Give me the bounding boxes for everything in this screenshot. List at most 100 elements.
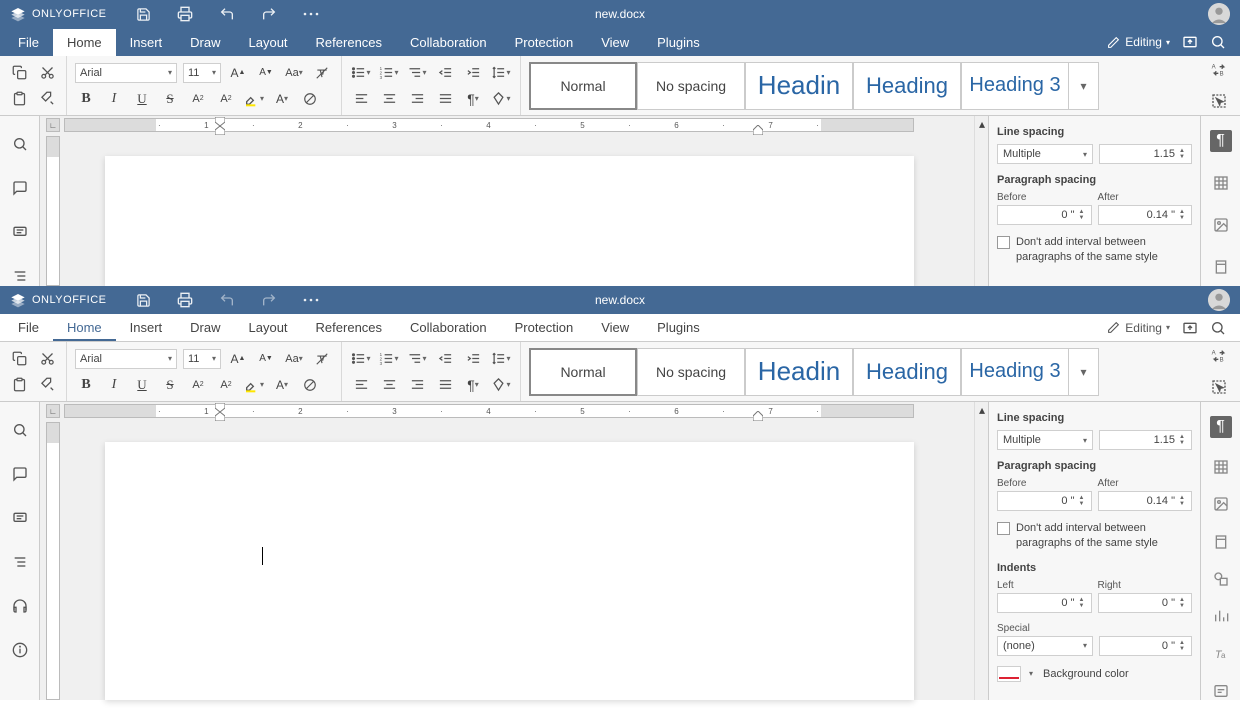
replace-icon[interactable]: AB: [1208, 60, 1230, 80]
tab-plugins[interactable]: Plugins: [643, 29, 714, 56]
font-name-input[interactable]: Arial▾: [75, 63, 177, 83]
italic-icon[interactable]: I: [103, 89, 125, 109]
line-spacing-mode[interactable]: Multiple▾: [997, 430, 1093, 450]
tab-collaboration[interactable]: Collaboration: [396, 314, 501, 341]
horizontal-ruler[interactable]: ·1·2·3·4·5·6·7·: [64, 404, 914, 418]
copy-icon[interactable]: [8, 63, 30, 83]
style-heading3[interactable]: Heading 3: [961, 62, 1069, 110]
align-justify-icon[interactable]: [434, 89, 456, 109]
user-avatar[interactable]: [1208, 3, 1230, 25]
select-all-icon[interactable]: [1208, 91, 1230, 111]
superscript-icon[interactable]: A2: [187, 89, 209, 109]
paragraph-settings-icon[interactable]: ¶: [1210, 416, 1232, 438]
italic-icon[interactable]: I: [103, 375, 125, 395]
open-location-icon[interactable]: [1182, 320, 1198, 336]
tab-file[interactable]: File: [4, 29, 53, 56]
comments-icon[interactable]: [9, 464, 31, 484]
image-settings-icon[interactable]: [1210, 214, 1232, 236]
indent-marker-left[interactable]: [215, 403, 225, 421]
underline-icon[interactable]: U: [131, 375, 153, 395]
bold-icon[interactable]: B: [75, 89, 97, 109]
dont-add-interval-checkbox[interactable]: [997, 522, 1010, 535]
subscript-icon[interactable]: A2: [215, 89, 237, 109]
vertical-scrollbar[interactable]: ▴: [974, 116, 988, 286]
tab-layout[interactable]: Layout: [235, 314, 302, 341]
tab-references[interactable]: References: [302, 29, 396, 56]
document-page[interactable]: [105, 442, 914, 700]
shape-settings-icon[interactable]: [1210, 570, 1232, 587]
tab-protection[interactable]: Protection: [501, 29, 588, 56]
undo-icon[interactable]: [218, 5, 236, 23]
tab-home[interactable]: Home: [53, 314, 116, 341]
user-avatar[interactable]: [1208, 289, 1230, 311]
tab-plugins[interactable]: Plugins: [643, 314, 714, 341]
textart-settings-icon[interactable]: Ta: [1210, 645, 1232, 662]
tab-file[interactable]: File: [4, 314, 53, 341]
select-all-icon[interactable]: [1208, 377, 1230, 397]
tab-layout[interactable]: Layout: [235, 29, 302, 56]
about-icon[interactable]: [9, 640, 31, 660]
align-center-icon[interactable]: [378, 89, 400, 109]
decrease-font-icon[interactable]: A▼: [255, 349, 277, 369]
indent-marker-left[interactable]: [215, 117, 225, 135]
feedback-icon[interactable]: [9, 596, 31, 616]
redo-icon[interactable]: [260, 291, 278, 309]
chat-icon[interactable]: [9, 222, 31, 242]
multilevel-icon[interactable]: ▾: [406, 349, 428, 369]
editing-mode-button[interactable]: Editing ▾: [1105, 34, 1170, 50]
increase-font-icon[interactable]: A▲: [227, 63, 249, 83]
special-combo[interactable]: (none)▾: [997, 636, 1093, 656]
font-name-input[interactable]: Arial▾: [75, 349, 177, 369]
search-icon[interactable]: [1210, 320, 1226, 336]
strikethrough-icon[interactable]: S: [159, 375, 181, 395]
numbering-icon[interactable]: 123▾: [378, 349, 400, 369]
highlight-color-icon[interactable]: ▾: [243, 89, 265, 109]
copy-icon[interactable]: [8, 349, 30, 369]
shading-icon[interactable]: ▾: [490, 375, 512, 395]
tab-draw[interactable]: Draw: [176, 29, 234, 56]
cut-icon[interactable]: [36, 349, 58, 369]
line-spacing-icon[interactable]: ▾: [490, 63, 512, 83]
more-icon[interactable]: [302, 291, 320, 309]
table-settings-icon[interactable]: [1210, 172, 1232, 194]
style-heading3[interactable]: Heading 3: [961, 348, 1069, 396]
indent-left[interactable]: 0 "▲▼: [997, 593, 1092, 613]
multilevel-icon[interactable]: ▾: [406, 63, 428, 83]
line-spacing-icon[interactable]: ▾: [490, 349, 512, 369]
form-settings-icon[interactable]: [1210, 683, 1232, 700]
open-location-icon[interactable]: [1182, 34, 1198, 50]
format-painter-icon[interactable]: [36, 89, 58, 109]
paste-icon[interactable]: [8, 89, 30, 109]
format-painter-icon[interactable]: [36, 375, 58, 395]
more-icon[interactable]: [302, 5, 320, 23]
header-settings-icon[interactable]: [1210, 533, 1232, 550]
decrease-indent-icon[interactable]: [434, 349, 456, 369]
numbering-icon[interactable]: 123▾: [378, 63, 400, 83]
align-right-icon[interactable]: [406, 89, 428, 109]
vertical-ruler[interactable]: [46, 422, 60, 700]
indent-marker-right[interactable]: [753, 125, 763, 135]
style-heading2[interactable]: Heading: [853, 348, 961, 396]
shading-icon[interactable]: ▾: [490, 89, 512, 109]
nonprinting-icon[interactable]: ¶▾: [462, 89, 484, 109]
underline-icon[interactable]: U: [131, 89, 153, 109]
headings-icon[interactable]: [9, 552, 31, 572]
indent-right[interactable]: 0 "▲▼: [1098, 593, 1193, 613]
bullets-icon[interactable]: ▾: [350, 349, 372, 369]
replace-icon[interactable]: AB: [1208, 346, 1230, 366]
increase-font-icon[interactable]: A▲: [227, 349, 249, 369]
font-size-input[interactable]: 11▾: [183, 349, 221, 369]
save-icon[interactable]: [134, 5, 152, 23]
bold-icon[interactable]: B: [75, 375, 97, 395]
cut-icon[interactable]: [36, 63, 58, 83]
tab-protection[interactable]: Protection: [501, 314, 588, 341]
style-normal[interactable]: Normal: [529, 62, 637, 110]
editing-mode-button[interactable]: Editing ▾: [1105, 320, 1170, 336]
header-settings-icon[interactable]: [1210, 256, 1232, 278]
bullets-icon[interactable]: ▾: [350, 63, 372, 83]
line-spacing-value[interactable]: 1.15▲▼: [1099, 144, 1192, 164]
tab-home[interactable]: Home: [53, 29, 116, 56]
tab-collaboration[interactable]: Collaboration: [396, 29, 501, 56]
headings-icon[interactable]: [9, 266, 31, 286]
align-center-icon[interactable]: [378, 375, 400, 395]
